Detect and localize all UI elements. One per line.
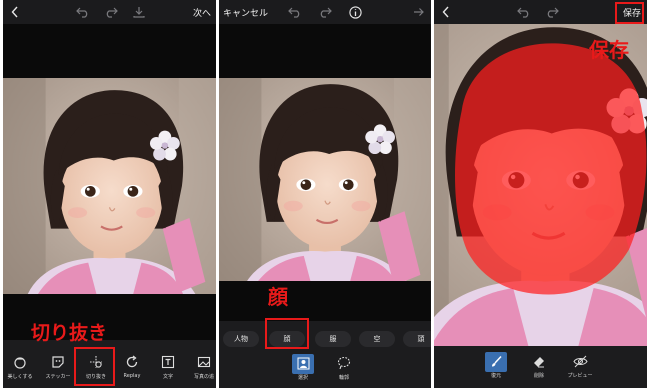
text-icon <box>160 354 176 370</box>
tool-preview[interactable]: プレビュー <box>562 353 598 379</box>
undo-icon[interactable] <box>287 0 303 24</box>
photo-canvas[interactable] <box>219 78 431 281</box>
tool-label: 文字 <box>162 374 173 380</box>
category-head[interactable]: 頭 <box>403 331 431 347</box>
next-button[interactable]: 次へ <box>191 0 213 24</box>
undo-icon[interactable] <box>75 0 91 24</box>
redo-icon[interactable] <box>317 0 333 24</box>
tool-text[interactable]: 文字 <box>153 354 183 380</box>
photo-image <box>219 78 431 281</box>
tool-label: 写真の追 <box>193 374 214 380</box>
tool-label: 輪郭 <box>338 375 349 381</box>
preview-icon <box>572 353 588 369</box>
download-icon[interactable] <box>131 0 147 24</box>
arrow-right-icon[interactable] <box>411 0 427 24</box>
tool-label: ステッカー <box>45 374 71 380</box>
beautify-icon <box>12 354 28 370</box>
tool-label: プレビュー <box>567 373 593 379</box>
highlight-box-face <box>265 318 309 349</box>
replay-icon <box>124 354 140 370</box>
tool-erase[interactable]: 削除 <box>524 353 554 379</box>
top-bar: キャンセル <box>219 0 431 24</box>
tool-beautify[interactable]: 美しくする <box>5 354 35 380</box>
tool-select[interactable]: 選択 <box>288 355 318 381</box>
tool-label: 削除 <box>533 373 544 379</box>
annotation-face: 顔 <box>268 285 288 309</box>
tool-label: 復元 <box>490 373 501 379</box>
photo-canvas[interactable] <box>3 78 216 294</box>
top-bar: 次へ <box>3 0 216 24</box>
category-sky[interactable]: 空 <box>359 331 395 347</box>
canvas-padding-bottom <box>219 281 431 321</box>
highlight-box-cutout <box>74 347 115 386</box>
add-photo-icon <box>196 354 212 370</box>
tool-label: 美しくする <box>7 374 33 380</box>
photo-image <box>3 78 216 294</box>
tool-replay[interactable]: Replay <box>117 354 147 379</box>
redo-icon[interactable] <box>544 0 560 24</box>
chevron-left-icon[interactable] <box>438 0 454 24</box>
category-person[interactable]: 人物 <box>223 331 259 347</box>
person-select-icon <box>295 355 311 371</box>
undo-icon[interactable] <box>516 0 532 24</box>
annotation-save: 保存 <box>589 38 629 62</box>
brush-icon <box>488 353 504 369</box>
photo-canvas[interactable] <box>434 24 647 346</box>
photo-image <box>434 24 647 346</box>
category-clothes[interactable]: 服 <box>315 331 351 347</box>
highlight-box-save <box>615 2 644 24</box>
eraser-icon <box>531 353 547 369</box>
face-mask-overlay <box>455 43 647 295</box>
canvas-padding-top <box>219 24 431 78</box>
lasso-icon <box>336 355 352 371</box>
tool-label: Replay <box>123 373 141 379</box>
tool-lasso[interactable]: 輪郭 <box>329 355 359 381</box>
canvas-padding-top <box>3 24 216 78</box>
tool-label: 選択 <box>297 375 308 381</box>
chevron-left-icon[interactable] <box>7 0 23 24</box>
annotation-cutout: 切り抜き <box>31 322 108 344</box>
tool-sticker[interactable]: ステッカー <box>41 354 75 380</box>
tool-add-photo[interactable]: 写真の追 <box>189 354 216 380</box>
editor-panel-select: キャンセル 人物 顔 服 空 頭 選択 輪郭 <box>219 0 431 388</box>
info-icon[interactable] <box>347 0 363 24</box>
bottom-toolbar: 復元 削除 プレビュー <box>434 346 647 388</box>
cancel-button[interactable]: キャンセル <box>223 0 271 24</box>
redo-icon[interactable] <box>103 0 119 24</box>
sticker-icon <box>50 354 66 370</box>
tool-restore[interactable]: 復元 <box>481 353 511 379</box>
